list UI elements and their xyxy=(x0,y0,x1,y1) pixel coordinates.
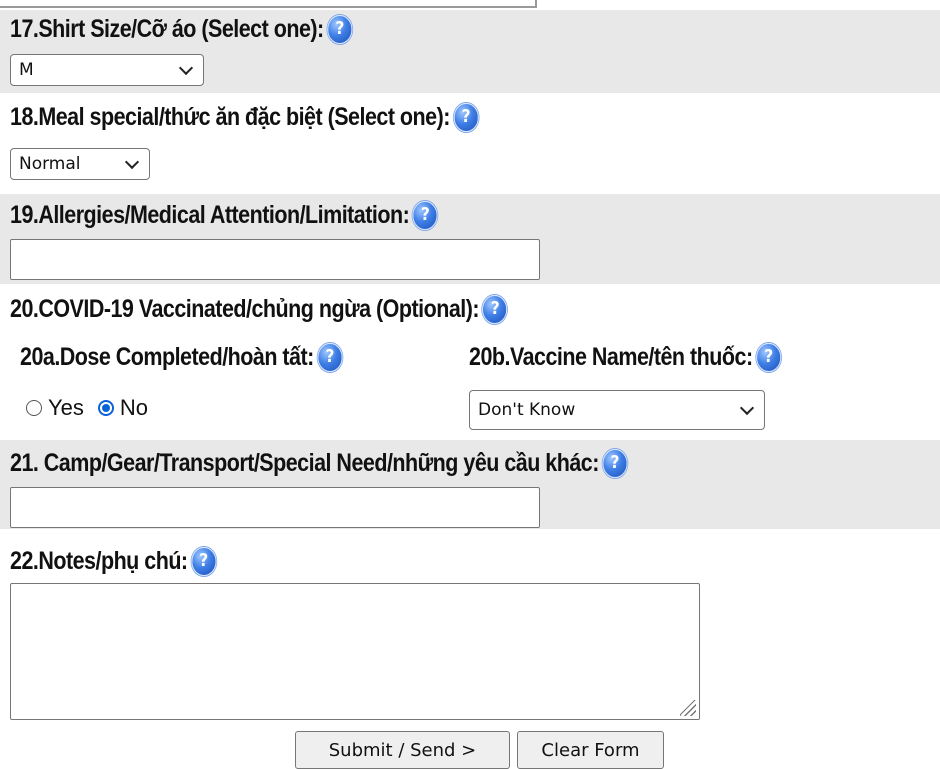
notes-textarea[interactable] xyxy=(10,583,700,720)
chevron-down-icon xyxy=(178,60,194,76)
chevron-down-icon xyxy=(124,154,140,170)
vaccine-name-select[interactable]: Don't Know xyxy=(469,390,765,430)
dose-completed-label: 20a.Dose Completed/hoàn tất: ? xyxy=(20,342,343,372)
radio-yes[interactable] xyxy=(26,400,42,416)
meal-special-value: Normal xyxy=(19,154,81,174)
help-question-icon[interactable]: ? xyxy=(482,294,508,324)
shirt-size-value: M xyxy=(19,60,34,80)
vaccine-name-value: Don't Know xyxy=(478,400,576,420)
chevron-down-icon xyxy=(739,400,755,416)
dose-yes-option[interactable]: Yes xyxy=(26,395,84,421)
help-question-icon[interactable]: ? xyxy=(327,14,353,44)
shirt-size-select[interactable]: M xyxy=(10,54,204,86)
allergies-input[interactable] xyxy=(10,239,540,280)
help-question-icon[interactable]: ? xyxy=(412,200,438,230)
allergies-label: 19.Allergies/Medical Attention/Limitatio… xyxy=(10,200,438,230)
clear-form-button[interactable]: Clear Form xyxy=(517,731,664,769)
help-question-icon[interactable]: ? xyxy=(317,342,343,372)
previous-field-edge xyxy=(0,0,537,8)
help-question-icon[interactable]: ? xyxy=(756,342,781,372)
dose-completed-radio-group: Yes No xyxy=(26,395,162,421)
help-question-icon[interactable]: ? xyxy=(191,546,216,576)
meal-special-select[interactable]: Normal xyxy=(10,148,150,180)
resize-grip-icon[interactable] xyxy=(680,700,696,716)
help-question-icon[interactable]: ? xyxy=(453,102,479,132)
notes-label: 22.Notes/phụ chú: ? xyxy=(10,546,216,576)
covid-vaccinated-label: 20.COVID-19 Vaccinated/chủng ngừa (Optio… xyxy=(10,294,508,324)
vaccine-name-label: 20b.Vaccine Name/tên thuốc: ? xyxy=(469,342,781,372)
help-question-icon[interactable]: ? xyxy=(602,448,628,478)
submit-button[interactable]: Submit / Send > xyxy=(295,731,510,769)
meal-special-label: 18.Meal special/thức ăn đặc biệt (Select… xyxy=(10,102,479,132)
radio-no-checked[interactable] xyxy=(97,400,114,416)
special-needs-input[interactable] xyxy=(10,487,540,528)
special-needs-label: 21. Camp/Gear/Transport/Special Need/nhữ… xyxy=(10,448,628,478)
shirt-size-label: 17.Shirt Size/Cỡ áo (Select one): ? xyxy=(10,14,353,44)
dose-no-option[interactable]: No xyxy=(97,395,148,421)
registration-form: 17.Shirt Size/Cỡ áo (Select one): ? M 18… xyxy=(0,0,940,769)
